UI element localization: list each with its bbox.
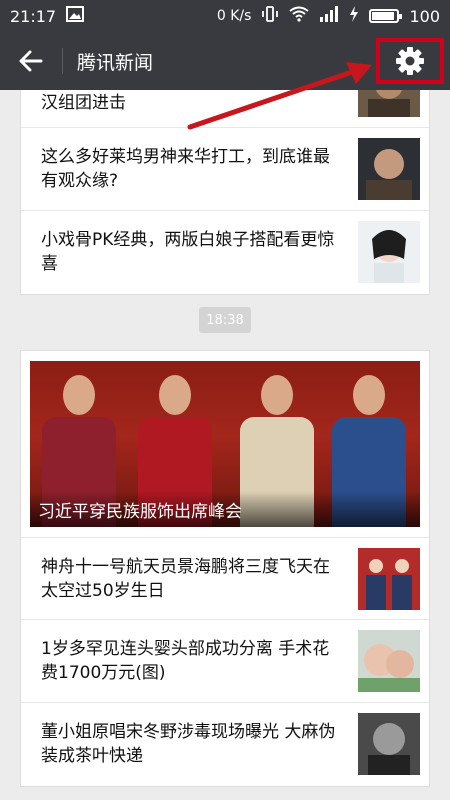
wifi-icon	[289, 6, 310, 26]
news-thumbnail	[358, 221, 420, 283]
hero-news[interactable]: 习近平穿民族服饰出席峰会	[30, 361, 420, 527]
list-item[interactable]: 1岁多罕见连头婴头部成功分离 手术花费1700万元(图)	[21, 620, 429, 703]
news-thumbnail	[358, 138, 420, 200]
gear-icon	[396, 47, 424, 75]
hero-caption: 习近平穿民族服饰出席峰会	[30, 491, 420, 527]
news-title: 汉组团进击	[41, 93, 126, 113]
arrow-left-icon	[19, 50, 43, 72]
news-card-2: 习近平穿民族服饰出席峰会 神舟十一号航天员景海鹏将三度飞天在太空过50岁生日 1…	[20, 350, 430, 787]
network-speed: 0 K/s	[216, 8, 252, 24]
list-item[interactable]: 这么多好莱坞男神来华打工，到底谁最有观众缘?	[21, 128, 429, 211]
battery-level: 100	[409, 6, 440, 26]
news-thumbnail	[358, 630, 420, 692]
news-card-1: 汉组团进击 这么多好莱坞男神来华打工，到底谁最有观众缘? 小戏骨PK经典，两版白…	[20, 90, 430, 295]
news-thumbnail	[358, 548, 420, 610]
vibrate-icon	[261, 5, 279, 27]
status-bar: 21:17 0 K/s 100	[0, 0, 450, 32]
image-notification-icon	[66, 6, 85, 26]
signal-icon	[319, 6, 339, 26]
page-title: 腾讯新闻	[77, 51, 154, 74]
charging-icon	[349, 6, 359, 26]
news-title: 董小姐原唱宋冬野涉毒现场曝光 大麻伪装成茶叶快递	[41, 722, 336, 766]
list-item[interactable]: 神舟十一号航天员景海鹏将三度飞天在太空过50岁生日	[21, 537, 429, 620]
battery-icon	[369, 9, 403, 23]
news-thumbnail	[358, 90, 420, 117]
clock: 21:17	[10, 6, 57, 26]
list-item[interactable]: 汉组团进击	[21, 90, 429, 128]
news-thumbnail	[358, 713, 420, 775]
settings-button[interactable]	[376, 38, 444, 84]
news-title: 神舟十一号航天员景海鹏将三度飞天在太空过50岁生日	[41, 557, 330, 601]
header-divider	[62, 48, 63, 74]
news-title: 小戏骨PK经典，两版白娘子搭配看更惊喜	[41, 230, 335, 274]
news-title: 1岁多罕见连头婴头部成功分离 手术花费1700万元(图)	[41, 639, 330, 683]
time-separator: 18:38	[199, 307, 251, 333]
app-header: 腾讯新闻	[0, 32, 450, 90]
back-button[interactable]	[0, 32, 62, 90]
news-title: 这么多好莱坞男神来华打工，到底谁最有观众缘?	[41, 147, 330, 191]
list-item[interactable]: 小戏骨PK经典，两版白娘子搭配看更惊喜	[21, 211, 429, 294]
list-item[interactable]: 董小姐原唱宋冬野涉毒现场曝光 大麻伪装成茶叶快递	[21, 703, 429, 786]
news-feed[interactable]: 汉组团进击 这么多好莱坞男神来华打工，到底谁最有观众缘? 小戏骨PK经典，两版白…	[0, 90, 450, 800]
